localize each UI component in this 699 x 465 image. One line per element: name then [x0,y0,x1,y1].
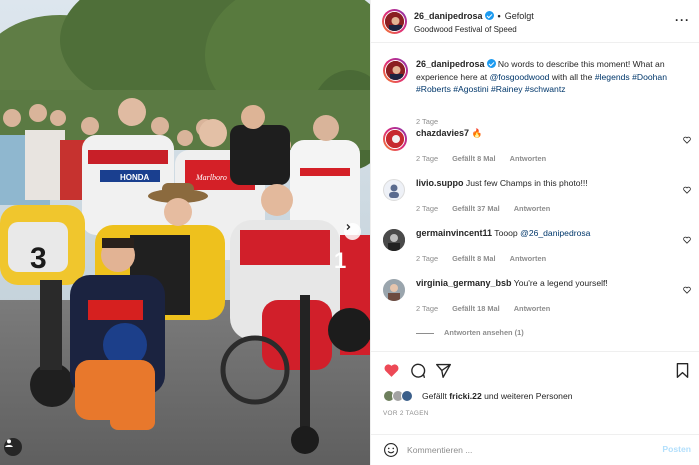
marlboro-logo-text: Marlboro [195,173,227,182]
comment-body: You're a legend yourself! [513,278,608,288]
comment-meta: 2 Tage Gefällt 18 Mal Antworten [416,304,564,313]
liker-avatars[interactable] [383,390,417,402]
action-bar: Gefällt fricki.22 und weiteren Personen … [371,351,699,434]
comment-time[interactable]: 2 Tage [416,154,438,163]
caption-text: 26_danipedrosa No words to describe this… [416,58,688,96]
comment-likes[interactable]: Gefällt 8 Mal [452,154,496,163]
separator-dot: • [497,11,501,21]
comment-likes[interactable]: Gefällt 18 Mal [452,304,500,313]
author-username[interactable]: 26_danipedrosa [414,11,483,21]
comment-body: Tooop [494,228,521,238]
comment-username[interactable]: livio.suppo [416,178,464,188]
comment-text: germainvincent11 Tooop @26_danipedrosa [416,227,688,240]
caption-mention[interactable]: @fosgoodwood [490,72,550,82]
caption-author-avatar[interactable] [383,58,408,83]
heart-outline-icon[interactable] [683,236,691,244]
likes-summary[interactable]: Gefällt fricki.22 und weiteren Personen [422,391,573,401]
caption-hashtag-legends[interactable]: #legends [595,72,630,82]
reply-button[interactable]: Antworten [510,254,547,263]
comment-time[interactable]: 2 Tage [416,304,438,313]
bike-number-left: 3 [30,242,47,275]
comment-text: chazdavies7 🔥 [416,127,688,140]
more-dots-icon[interactable]: ··· [675,13,690,27]
heart-filled-icon[interactable] [383,362,400,379]
comment-text: livio.suppo Just few Champs in this phot… [416,177,688,190]
verified-badge-icon [484,11,494,20]
caption-username[interactable]: 26_danipedrosa [416,59,485,69]
comment-item: virginia_germany_bsb You're a legend you… [383,277,693,317]
comment-item: livio.suppo Just few Champs in this phot… [383,177,693,217]
comment-likes[interactable]: Gefällt 8 Mal [452,254,496,263]
emoji-icon[interactable] [383,442,399,458]
comment-text: virginia_germany_bsb You're a legend you… [416,277,688,290]
location-link[interactable]: Goodwood Festival of Speed [414,25,517,34]
reply-button[interactable]: Antworten [510,154,547,163]
heart-outline-icon[interactable] [683,286,691,294]
likes-suffix: und weiteren Personen [481,391,573,401]
bike-number-right: 1 [334,248,346,273]
liker-avatar [401,390,413,402]
caption-meta: 2 Tage [416,117,452,126]
comment-time[interactable]: 2 Tage [416,204,438,213]
view-replies-button[interactable]: Antworten ansehen (1) [416,328,524,337]
comment-icon[interactable] [409,362,426,379]
caption-body-2: with all the [549,71,595,82]
verified-badge-icon [486,59,496,68]
comment-input[interactable] [407,441,647,459]
send-icon[interactable] [435,362,452,379]
comment-body: Just few Champs in this photo!!! [465,178,588,188]
reply-button[interactable]: Antworten [514,204,551,213]
commenter-avatar[interactable] [383,229,405,251]
reply-button[interactable]: Antworten [514,304,551,313]
instagram-post: 3 1 HONDA Marlboro 26_danipedrosa • Gefolg… [0,0,699,465]
honda-logo-text: HONDA [120,173,150,182]
comment-time[interactable]: 2 Tage [416,254,438,263]
chevron-right-icon[interactable] [344,223,361,240]
post-side-panel: 26_danipedrosa • Gefolgt Goodwood Festival… [370,0,699,465]
comment-mention[interactable]: @26_danipedrosa [520,228,590,238]
following-button[interactable]: Gefolgt [505,11,534,21]
caption-time[interactable]: 2 Tage [416,117,438,126]
post-timestamp[interactable]: VOR 2 TAGEN [383,410,429,417]
comment-item: germainvincent11 Tooop @26_danipedrosa 2… [383,227,693,267]
post-photo[interactable]: 3 1 HONDA Marlboro [0,0,370,465]
commenter-avatar[interactable] [383,279,405,301]
post-header: 26_danipedrosa • Gefolgt Goodwood Festival… [371,0,699,43]
commenter-avatar[interactable] [383,127,407,151]
comment-username[interactable]: virginia_germany_bsb [416,278,512,288]
author-avatar[interactable] [382,9,407,34]
comment-meta: 2 Tage Gefällt 8 Mal Antworten [416,154,560,163]
comment-username[interactable]: chazdavies7 [416,128,469,138]
user-tag-icon[interactable] [4,438,22,456]
comment-body: 🔥 [471,128,483,138]
comment-username[interactable]: germainvincent11 [416,228,492,238]
likes-prefix: Gefällt [422,391,450,401]
comment-meta: 2 Tage Gefällt 8 Mal Antworten [416,254,560,263]
commenter-avatar[interactable] [383,179,405,201]
heart-outline-icon[interactable] [683,136,691,144]
comment-item: chazdavies7 🔥 2 Tage Gefällt 8 Mal Antwort… [383,127,693,167]
comments-list: 26_danipedrosa No words to describe this… [371,44,699,351]
group-photo-illustration: 3 1 HONDA Marlboro [0,0,370,465]
comment-composer: Posten [371,434,699,465]
caption: 26_danipedrosa No words to describe this… [383,58,693,126]
liked-by-user[interactable]: fricki.22 [449,391,482,401]
post-comment-button[interactable]: Posten [662,444,691,454]
bookmark-icon[interactable] [674,362,691,379]
heart-outline-icon[interactable] [683,186,691,194]
header-title-row: 26_danipedrosa • Gefolgt [414,11,534,21]
comment-likes[interactable]: Gefällt 37 Mal [452,204,500,213]
comment-meta: 2 Tage Gefällt 37 Mal Antworten [416,204,564,213]
